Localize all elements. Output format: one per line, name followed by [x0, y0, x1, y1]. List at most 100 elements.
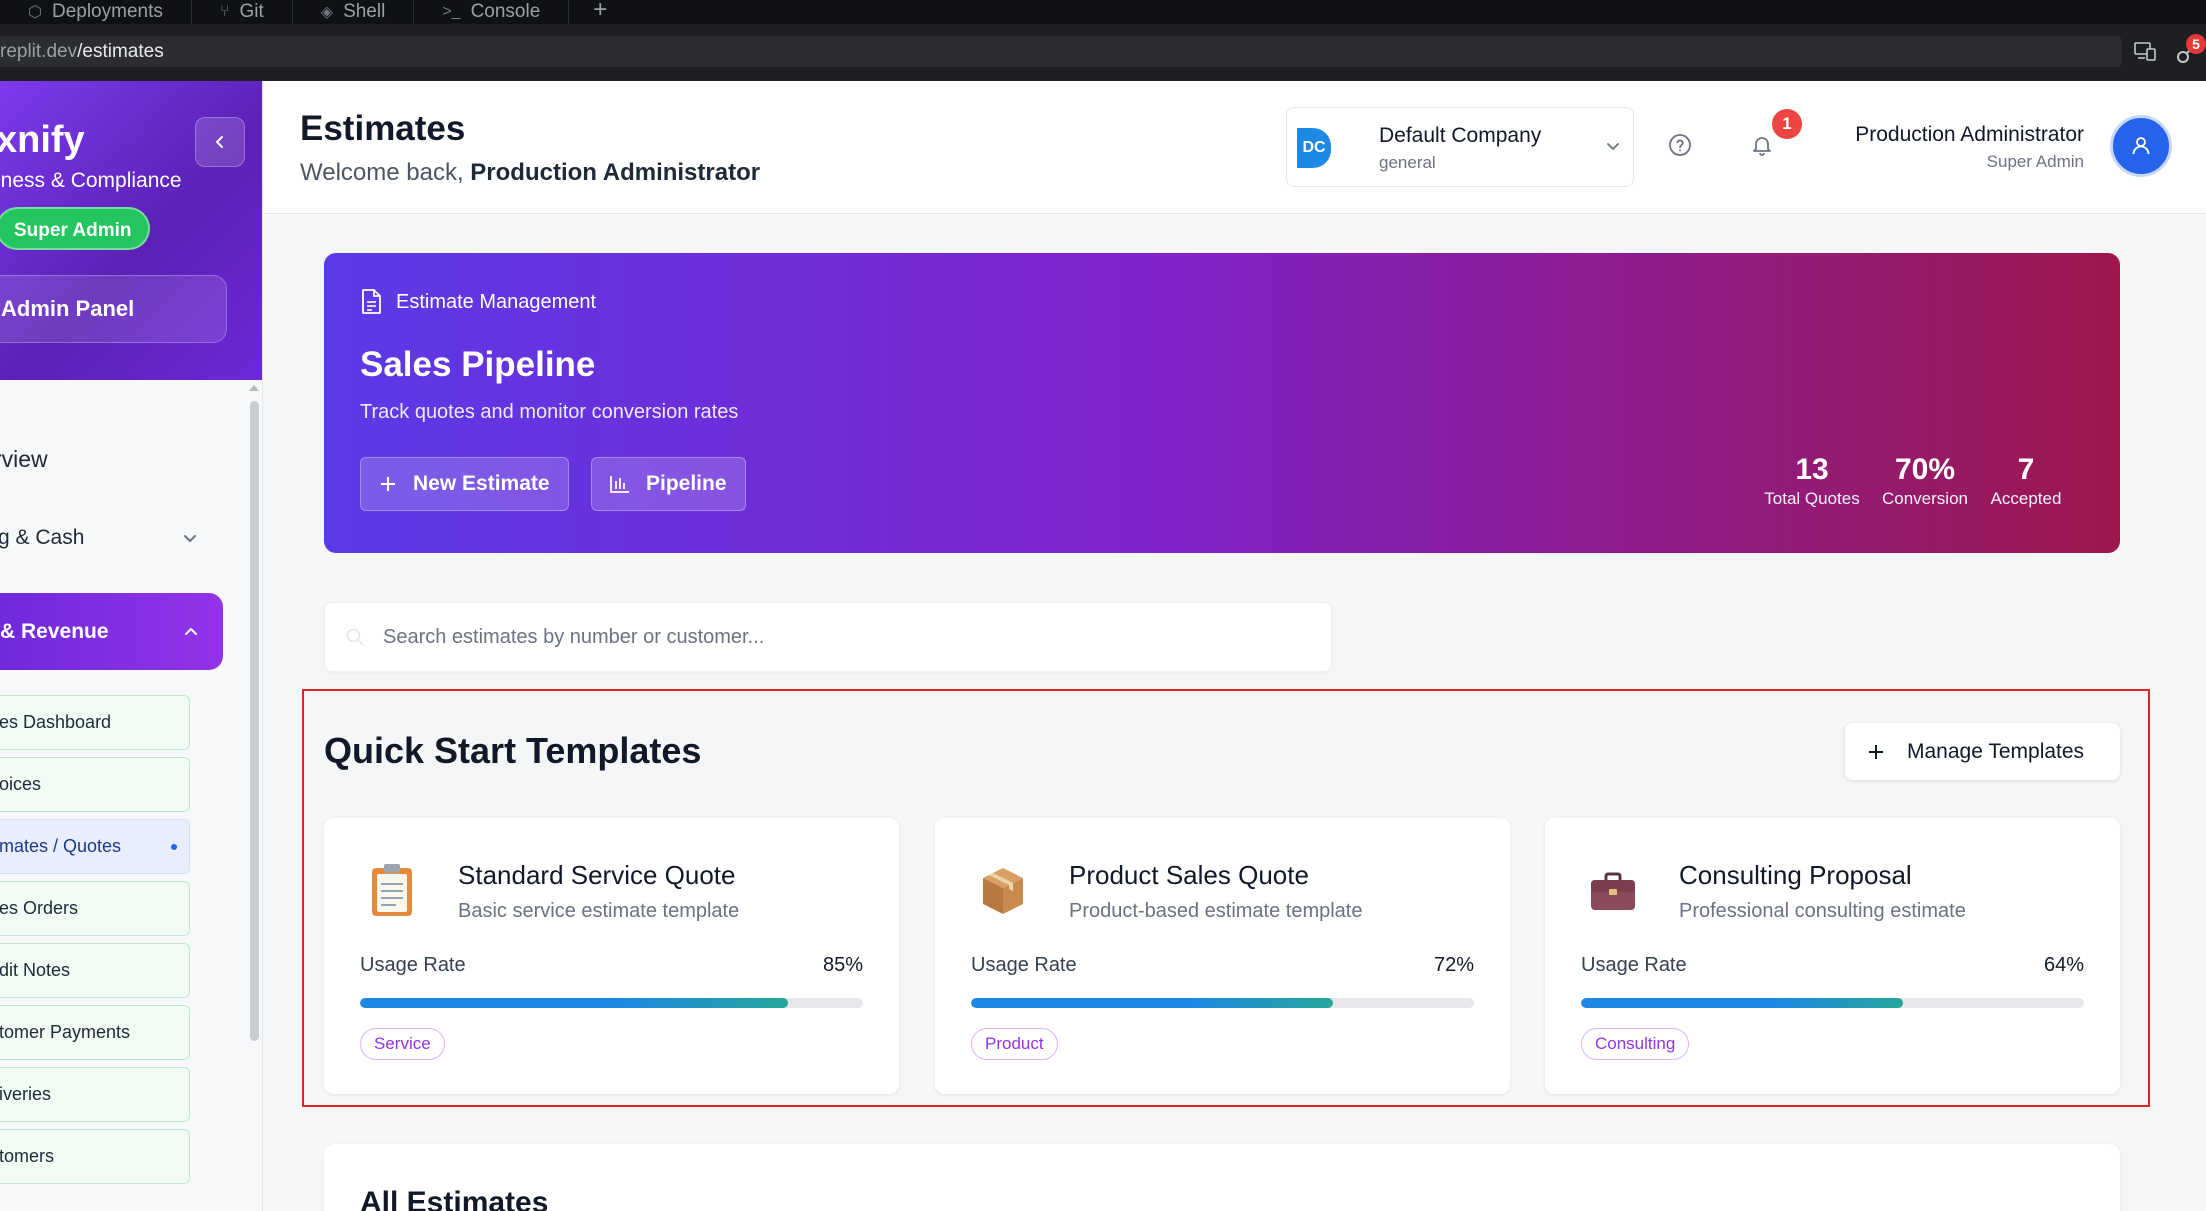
nav-overview[interactable]: rview — [0, 446, 48, 473]
company-name: Default Company — [1379, 124, 1542, 147]
usage-label: Usage Rate — [1581, 954, 1687, 976]
company-type: general — [1379, 153, 1436, 172]
git-icon: ⑂ — [219, 3, 230, 20]
sidebar-item-customers[interactable]: tomers — [0, 1129, 190, 1184]
user-icon — [2132, 137, 2150, 155]
estimate-search — [324, 602, 1332, 672]
user-name: Production Administrator — [1855, 123, 2084, 146]
usage-progress-fill — [360, 998, 788, 1008]
chevron-down-icon — [1607, 143, 1619, 150]
url-path: /estimates — [77, 41, 164, 62]
template-name: Product Sales Quote — [1069, 860, 1309, 890]
template-name: Consulting Proposal — [1679, 860, 1912, 890]
url-field[interactable]: replit.dev/estimates — [0, 36, 2122, 67]
usage-progress-bar — [360, 998, 863, 1008]
usage-value: 72% — [1433, 954, 1474, 976]
template-card-consulting[interactable]: Consulting Proposal Professional consult… — [1545, 818, 2120, 1094]
templates-title: Quick Start Templates — [324, 730, 702, 771]
usage-label: Usage Rate — [360, 954, 466, 976]
admin-panel-button[interactable]: Admin Panel — [0, 275, 227, 343]
hero-title: Sales Pipeline — [360, 345, 596, 384]
plus-icon — [1869, 744, 1883, 759]
tab-console[interactable]: >_ Console — [414, 0, 570, 24]
sidebar-item-label: tomers — [0, 1146, 55, 1166]
template-card-service[interactable]: Standard Service Quote Basic service est… — [324, 818, 899, 1094]
sidebar-item-deliveries[interactable]: iveries — [0, 1067, 190, 1122]
sidebar-item-estimates-quotes[interactable]: mates / Quotes — [0, 819, 190, 874]
user-avatar[interactable] — [2110, 115, 2172, 177]
scroll-up-arrow[interactable] — [249, 385, 259, 391]
chevron-up-icon — [185, 627, 197, 635]
company-selector[interactable]: DC Default Company general — [1286, 107, 1634, 187]
sidebar-scrollbar[interactable] — [250, 401, 259, 1041]
address-bar: replit.dev/estimates 5 — [0, 24, 2206, 81]
welcome-prefix: Welcome back, — [300, 159, 464, 186]
stat-total-quotes: 13 Total Quotes — [1760, 453, 1864, 509]
usage-value: 85% — [822, 954, 863, 976]
sidebar-item-sales-orders[interactable]: es Orders — [0, 881, 190, 936]
chevron-left-icon — [216, 136, 223, 148]
sales-subnav: es Dashboard oices mates / Quotes es Ord… — [0, 695, 190, 1191]
hero-tag-label: Estimate Management — [396, 290, 597, 313]
sidebar-item-label: dit Notes — [0, 960, 71, 980]
stat-label: Conversion — [1882, 489, 1968, 508]
template-category-tag: Consulting — [1581, 1028, 1690, 1060]
search-input[interactable] — [383, 603, 1313, 671]
sidebar-item-label: mates / Quotes — [0, 836, 122, 856]
button-label: New Estimate — [413, 472, 550, 495]
template-card-product[interactable]: Product Sales Quote Product-based estima… — [935, 818, 1510, 1094]
template-description: Product-based estimate template — [1069, 900, 1363, 922]
sidebar: xnify iness & Compliance Super Admin Adm… — [0, 81, 263, 1211]
sidebar-item-credit-notes[interactable]: dit Notes — [0, 943, 190, 998]
stat-accepted: 7 Accepted — [1984, 453, 2068, 509]
usage-progress-fill — [1581, 998, 1903, 1008]
usage-label: Usage Rate — [971, 954, 1077, 976]
brand-name: xnify — [0, 119, 85, 161]
help-icon[interactable] — [1668, 133, 1692, 157]
document-icon — [362, 289, 381, 314]
shell-icon: ◈ — [320, 4, 334, 21]
active-dot — [171, 843, 177, 850]
tab-deployments[interactable]: ⬡ Deployments — [0, 0, 192, 24]
devices-icon[interactable] — [2134, 41, 2156, 61]
usage-value: 64% — [2043, 954, 2084, 976]
usage-progress-fill — [971, 998, 1334, 1008]
welcome-user-name: Production Administrator — [470, 159, 761, 186]
sidebar-header: xnify iness & Compliance Super Admin Adm… — [0, 81, 262, 380]
pipeline-button[interactable]: Pipeline — [591, 457, 746, 511]
collapse-sidebar-button[interactable] — [195, 117, 245, 167]
brand-tagline: iness & Compliance — [0, 169, 182, 192]
sidebar-item-label: es Dashboard — [0, 712, 112, 732]
sidebar-item-label: oices — [0, 774, 42, 794]
nav-banking-cash[interactable]: g & Cash — [0, 526, 198, 550]
stat-value: 70% — [1894, 453, 1956, 486]
page-title: Estimates — [300, 109, 466, 148]
sidebar-item-invoices[interactable]: oices — [0, 757, 190, 812]
extension-badge: 5 — [2186, 34, 2206, 54]
stat-value: 13 — [1795, 453, 1829, 486]
notification-bell-icon[interactable] — [1750, 133, 1774, 157]
tab-shell[interactable]: ◈ Shell — [293, 0, 415, 24]
sidebar-item-customer-payments[interactable]: tomer Payments — [0, 1005, 190, 1060]
nav-sales-revenue[interactable]: & Revenue — [0, 593, 223, 670]
stat-conversion: 70% Conversion — [1877, 453, 1973, 509]
briefcase-icon — [1591, 872, 1635, 910]
sidebar-item-label: iveries — [0, 1084, 52, 1104]
chevron-down-icon — [184, 535, 196, 542]
manage-templates-button[interactable]: Manage Templates — [1845, 723, 2120, 780]
new-estimate-button[interactable]: New Estimate — [360, 457, 569, 511]
template-category-tag: Service — [360, 1028, 445, 1060]
nav-label: g & Cash — [0, 526, 85, 549]
stat-label: Accepted — [1990, 489, 2062, 508]
sidebar-item-sales-dashboard[interactable]: es Dashboard — [0, 695, 190, 750]
hero-subtitle: Track quotes and monitor conversion rate… — [360, 401, 739, 423]
all-estimates-title: All Estimates — [360, 1186, 549, 1211]
template-description: Professional consulting estimate — [1679, 900, 1966, 922]
template-category-tag: Product — [971, 1028, 1058, 1060]
new-tab-button[interactable]: + — [569, 0, 631, 24]
tab-git[interactable]: ⑂ Git — [192, 0, 293, 24]
all-estimates-section: All Estimates — [324, 1144, 2120, 1211]
tab-label: Console — [470, 1, 541, 22]
template-description: Basic service estimate template — [458, 900, 740, 922]
company-logo: DC — [1297, 128, 1331, 168]
